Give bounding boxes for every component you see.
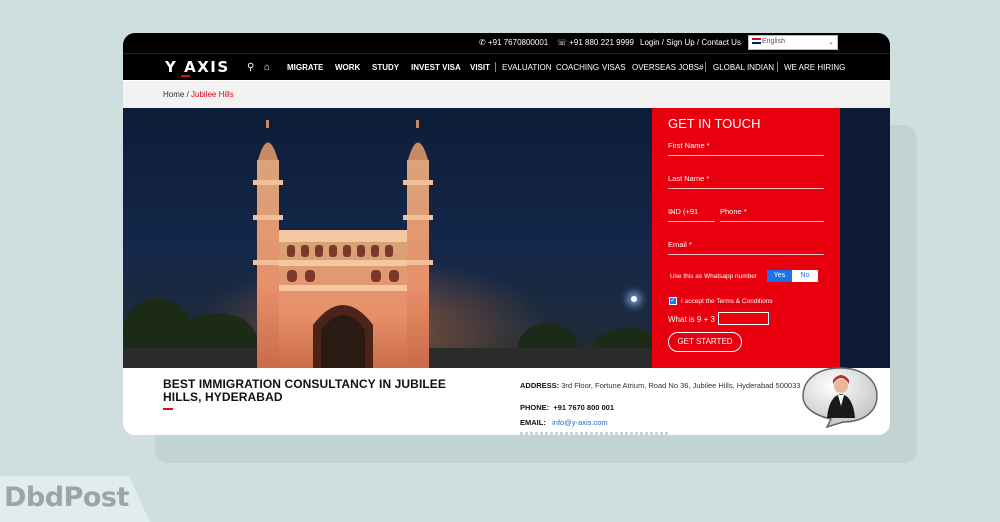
- page-heading: BEST IMMIGRATION CONSULTANCY IN JUBILEE …: [163, 377, 447, 404]
- terms-label: I accept the Terms & Conditions: [681, 298, 773, 305]
- country-code-select[interactable]: IND (+91 ⌄: [668, 204, 715, 222]
- charminar-monument: [253, 120, 433, 368]
- breadcrumb-home[interactable]: Home: [163, 90, 184, 99]
- cropped-text-line: [520, 432, 670, 435]
- address-line: ADDRESS: 3rd Floor, Fortune Atrium, Road…: [520, 381, 801, 390]
- dbdpost-watermark: DbdPost: [0, 476, 150, 522]
- main-navbar: Y AXIS ⚲ ⌂ MIGRATE WORK STUDY INVEST VIS…: [123, 53, 890, 80]
- phone-2-text: +91 880 221 9999: [569, 38, 634, 47]
- hero-edge: [840, 108, 890, 368]
- captcha-question: What is 9 + 3: [668, 315, 715, 324]
- home-icon[interactable]: ⌂: [264, 62, 270, 73]
- breadcrumb-current: Jubilee Hills: [191, 90, 234, 99]
- nav-work[interactable]: WORK: [335, 63, 360, 72]
- language-select[interactable]: English ⌄: [748, 35, 838, 50]
- address-value: 3rd Floor, Fortune Atrium, Road No 36, J…: [561, 381, 801, 390]
- nav-evaluation[interactable]: EVALUATION: [502, 63, 552, 72]
- email-placeholder: Email *: [668, 240, 692, 249]
- phone-1-text: +91 7670800001: [487, 38, 549, 47]
- nav-divider: [495, 62, 496, 72]
- breadcrumb: Home / Jubilee Hills: [163, 90, 234, 99]
- nav-invest-visa[interactable]: INVEST VISA: [411, 63, 461, 72]
- nav-study[interactable]: STUDY: [372, 63, 399, 72]
- email-line: EMAIL: info@y-axis.com: [520, 418, 608, 427]
- get-started-button[interactable]: GET STARTED: [668, 332, 742, 352]
- nav-overseas-jobs[interactable]: OVERSEAS JOBS#: [632, 63, 704, 72]
- last-name-field[interactable]: Last Name *: [668, 171, 824, 189]
- nav-migrate[interactable]: MIGRATE: [287, 63, 323, 72]
- phone-value[interactable]: +91 7670 800 001: [553, 403, 614, 412]
- phone-link-1[interactable]: ✆ +91 7670800001: [479, 38, 548, 47]
- phone-field[interactable]: Phone *: [720, 204, 824, 222]
- phone-label: PHONE:: [520, 403, 550, 412]
- uk-flag-icon: [752, 38, 761, 44]
- browser-screenshot: ✆ +91 7670800001 ☏ +91 880 221 9999 Logi…: [123, 33, 890, 435]
- nav-divider: [705, 62, 706, 72]
- whatsapp-toggle[interactable]: Yes No: [767, 270, 818, 282]
- y-axis-logo[interactable]: Y AXIS: [165, 58, 230, 76]
- toggle-yes[interactable]: Yes: [767, 270, 792, 282]
- first-name-field[interactable]: First Name *: [668, 138, 824, 156]
- first-name-placeholder: First Name *: [668, 141, 710, 150]
- get-in-touch-form: GET IN TOUCH First Name * Last Name * IN…: [652, 108, 840, 368]
- chevron-down-icon: ⌄: [668, 207, 675, 216]
- nav-visit[interactable]: VISIT: [470, 63, 490, 72]
- nav-divider: [777, 62, 778, 72]
- form-title: GET IN TOUCH: [668, 116, 761, 131]
- toggle-no[interactable]: No: [792, 270, 818, 282]
- nav-visas[interactable]: VISAS: [602, 63, 626, 72]
- address-label: ADDRESS:: [520, 381, 560, 390]
- email-field[interactable]: Email *: [668, 237, 824, 255]
- chevron-down-icon: ⌄: [828, 39, 834, 46]
- logo-accent: [181, 75, 190, 77]
- heading-accent: [163, 408, 173, 410]
- language-value: English: [762, 38, 785, 45]
- last-name-placeholder: Last Name *: [668, 174, 710, 183]
- phone-line: PHONE: +91 7670 800 001: [520, 403, 614, 412]
- location-info: BEST IMMIGRATION CONSULTANCY IN JUBILEE …: [123, 368, 890, 435]
- watermark-text: DbdPost: [4, 482, 129, 513]
- nav-coaching[interactable]: COACHING: [556, 63, 599, 72]
- breadcrumb-bar: Home / Jubilee Hills: [123, 81, 890, 108]
- breadcrumb-separator: /: [184, 90, 192, 99]
- nav-global-indian[interactable]: GLOBAL INDIAN: [713, 63, 774, 72]
- account-links[interactable]: Login / Sign Up / Contact Us: [640, 38, 741, 47]
- top-contact-bar: ✆ +91 7670800001 ☏ +91 880 221 9999 Logi…: [123, 33, 890, 53]
- captcha-input[interactable]: [718, 312, 769, 325]
- chat-agent-icon[interactable]: [801, 366, 879, 428]
- email-label: EMAIL:: [520, 418, 546, 427]
- street-light: [631, 296, 637, 302]
- terms-checkbox[interactable]: ✓: [669, 297, 677, 305]
- whatsapp-link[interactable]: ☏ +91 880 221 9999: [557, 38, 634, 47]
- phone-placeholder: Phone *: [720, 207, 747, 216]
- nav-we-are-hiring[interactable]: WE ARE HIRING: [784, 63, 845, 72]
- search-icon[interactable]: ⚲: [247, 62, 254, 73]
- whatsapp-label: Use this as Whatsapp number: [670, 273, 758, 280]
- email-link[interactable]: info@y-axis.com: [552, 418, 608, 427]
